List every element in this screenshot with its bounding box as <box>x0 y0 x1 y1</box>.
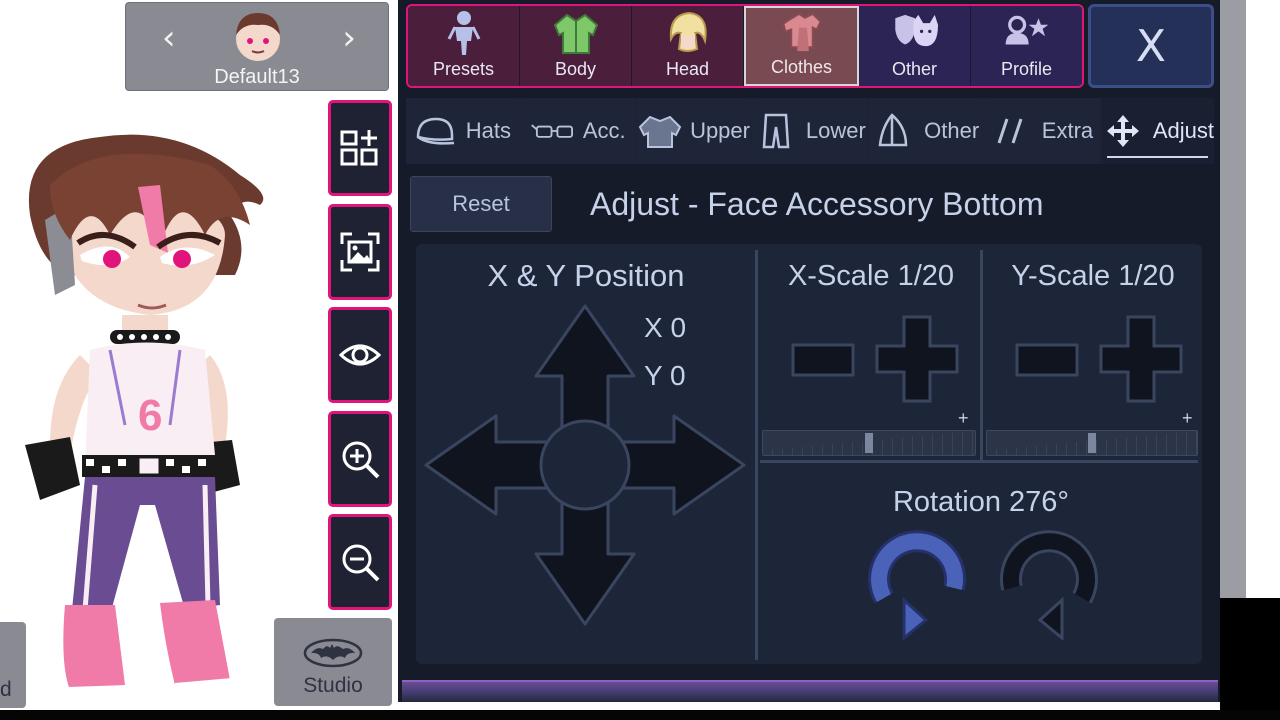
rotate-clockwise-button[interactable] <box>864 528 972 640</box>
bottom-bar <box>0 710 1280 720</box>
panel-bottom-bar <box>402 680 1218 702</box>
move-icon <box>1106 115 1139 147</box>
screenshot-button[interactable] <box>328 204 392 300</box>
x-scale-slider[interactable] <box>762 430 976 456</box>
subtab-adjust[interactable]: Adjust <box>1100 98 1215 164</box>
add-parts-icon <box>340 130 378 166</box>
x-scale-max-label: + <box>958 408 969 428</box>
tab-head-label: Head <box>665 59 710 79</box>
close-button[interactable]: X <box>1088 4 1214 88</box>
reset-button[interactable]: Reset <box>410 176 552 232</box>
adjust-title: Adjust - Face Accessory Bottom <box>590 186 1044 222</box>
batman-logo-icon <box>303 638 363 668</box>
subtab-upper-label: Upper <box>690 118 750 143</box>
tab-body[interactable]: Body <box>520 6 632 86</box>
studio-button[interactable]: Studio <box>274 618 392 706</box>
subtab-extra-label: Extra <box>1041 118 1094 143</box>
screenshot-icon <box>340 232 380 272</box>
tab-profile[interactable]: Profile <box>971 6 1082 86</box>
slashes-icon <box>997 118 1023 144</box>
move-down-button[interactable] <box>534 500 636 626</box>
x-scale-minus-button[interactable] <box>790 342 856 378</box>
eye-icon <box>338 344 382 366</box>
character-selector: ‹ › Default13 <box>125 2 389 91</box>
subtab-hats[interactable]: Hats <box>406 98 519 164</box>
clothes-icon <box>781 12 822 52</box>
pants-icon <box>762 113 790 149</box>
left-edge-label: d <box>0 678 12 701</box>
glasses-icon <box>530 124 573 138</box>
jacket-icon <box>638 115 682 148</box>
tab-other[interactable]: Other <box>859 6 971 86</box>
left-edge-button[interactable]: d <box>0 622 26 708</box>
y-scale-title: Y-Scale 1/20 <box>1011 260 1175 292</box>
rotate-counterclockwise-button[interactable] <box>994 528 1102 640</box>
next-character-button[interactable]: › <box>342 21 356 55</box>
x-scale-title: X-Scale 1/20 <box>787 260 955 292</box>
subtab-accessories[interactable]: Acc. <box>521 98 635 164</box>
x-scale-plus-button[interactable] <box>874 314 960 404</box>
y-scale-slider[interactable] <box>986 430 1198 456</box>
move-right-button[interactable] <box>620 414 746 516</box>
rotation-title: Rotation 276° <box>892 486 1070 518</box>
dpad-center[interactable] <box>539 419 631 511</box>
subtab-accessories-label: Acc. <box>582 118 626 143</box>
hair-icon <box>669 11 707 52</box>
y-scale-minus-button[interactable] <box>1014 342 1080 378</box>
character-preview[interactable]: 6 <box>10 125 290 705</box>
subtab-other[interactable]: Other <box>869 98 983 164</box>
sub-tabs: Hats Acc. Upper Lower Other Extra Adjust <box>406 98 1215 164</box>
add-parts-button[interactable] <box>328 100 392 196</box>
tab-head[interactable]: Head <box>632 6 744 86</box>
studio-label: Studio <box>303 674 363 697</box>
subtab-adjust-label: Adjust <box>1152 118 1215 143</box>
right-corner <box>1220 598 1280 720</box>
character-avatar-icon <box>236 13 280 61</box>
y-scale-slider-knob[interactable] <box>1088 433 1096 453</box>
x-scale-slider-knob[interactable] <box>865 433 873 453</box>
svg-text:6: 6 <box>138 391 162 440</box>
tab-clothes[interactable]: Clothes <box>744 6 859 86</box>
character-name: Default13 <box>214 66 300 88</box>
move-left-button[interactable] <box>424 414 550 516</box>
zoom-in-icon <box>342 441 380 479</box>
profile-star-icon <box>1005 15 1048 45</box>
previous-character-button[interactable]: ‹ <box>162 21 176 55</box>
cap-icon <box>416 117 454 145</box>
tab-profile-label: Profile <box>1000 59 1053 79</box>
tab-presets[interactable]: Presets <box>408 6 520 86</box>
move-up-button[interactable] <box>534 304 636 430</box>
subtab-other-label: Other <box>924 118 980 143</box>
xy-position-title: X & Y Position <box>487 258 685 293</box>
shirt-icon <box>553 13 598 54</box>
main-tabs: Presets Body Head Clothes Other Profile <box>406 4 1084 88</box>
divider <box>760 460 1198 463</box>
subtab-upper[interactable]: Upper <box>637 98 751 164</box>
subtab-extra[interactable]: Extra <box>985 98 1098 164</box>
zoom-in-button[interactable] <box>328 411 392 507</box>
divider <box>755 250 758 660</box>
tab-presets-label: Presets <box>432 59 495 79</box>
figure-icon <box>447 11 480 55</box>
tab-other-label: Other <box>891 59 938 79</box>
shield-cat-icon <box>894 14 938 47</box>
sail-icon <box>878 113 908 147</box>
y-scale-plus-button[interactable] <box>1098 314 1184 404</box>
right-edge-strip <box>1220 0 1246 598</box>
view-toggle-button[interactable] <box>328 307 392 403</box>
tab-body-label: Body <box>554 59 597 79</box>
position-dpad <box>424 304 746 626</box>
y-scale-max-label: + <box>1182 408 1193 428</box>
subtab-lower[interactable]: Lower <box>753 98 867 164</box>
tab-clothes-label: Clothes <box>770 57 833 77</box>
subtab-lower-label: Lower <box>805 118 866 143</box>
zoom-out-icon <box>342 544 380 582</box>
subtab-hats-label: Hats <box>465 118 512 143</box>
zoom-out-button[interactable] <box>328 514 392 610</box>
